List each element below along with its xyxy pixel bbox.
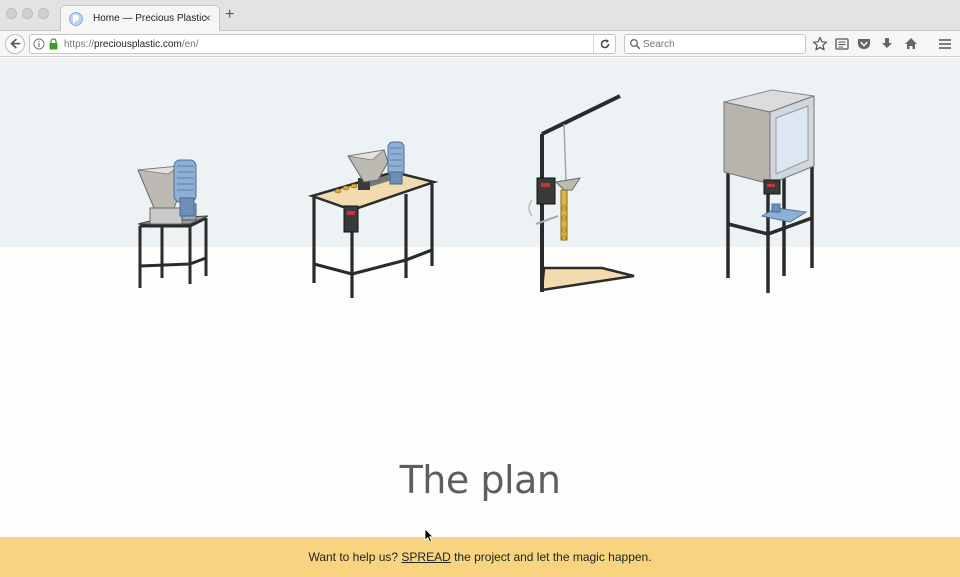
banner-text-before: Want to help us? [308,550,402,564]
download-icon[interactable] [878,35,896,53]
search-bar[interactable] [624,34,806,54]
url-bar[interactable]: https://preciousplastic.com/en/ [29,34,616,54]
tab-title: Home — Precious Plastic [93,13,207,24]
plan-heading: The plan [399,458,561,502]
lock-icon[interactable] [48,38,59,50]
spread-banner: Want to help us? SPREAD the project and … [0,537,960,577]
compression-machine-illustration [723,89,815,293]
bookmark-star-icon[interactable] [811,35,829,53]
search-icon [630,39,641,50]
spread-link[interactable]: SPREAD [401,550,450,564]
window-zoom-button[interactable] [38,8,49,19]
tab-bar: Home — Precious Plastic × + [0,0,960,32]
tab-home[interactable]: Home — Precious Plastic × [60,5,220,32]
url-host: preciousplastic.com [94,39,182,50]
banner-text-after: the project and let the magic happen. [450,550,652,564]
window-minimize-button[interactable] [22,8,33,19]
search-input[interactable] [643,36,801,52]
back-button[interactable] [5,34,25,54]
reload-button[interactable] [593,35,615,53]
pocket-icon[interactable] [855,35,873,53]
back-arrow-icon [10,38,21,49]
mouse-pointer-icon [424,528,434,543]
home-icon[interactable] [902,35,920,53]
close-tab-icon[interactable]: × [204,11,211,25]
reload-icon [600,39,610,49]
injection-machine-illustration [528,94,635,292]
menu-icon[interactable] [936,35,954,53]
extruder-machine-illustration [307,141,439,298]
url-scheme: https:// [64,39,95,50]
new-tab-button[interactable]: + [225,7,234,23]
window-close-button[interactable] [6,8,17,19]
shredder-machine-illustration [137,159,209,288]
info-icon[interactable] [33,38,45,50]
url-text: https://preciousplastic.com/en/ [64,39,199,50]
url-path: /en/ [181,39,199,50]
reading-list-icon[interactable] [833,35,851,53]
precious-plastic-logo-icon [69,12,83,26]
navigation-bar: https://preciousplastic.com/en/ [0,31,960,57]
